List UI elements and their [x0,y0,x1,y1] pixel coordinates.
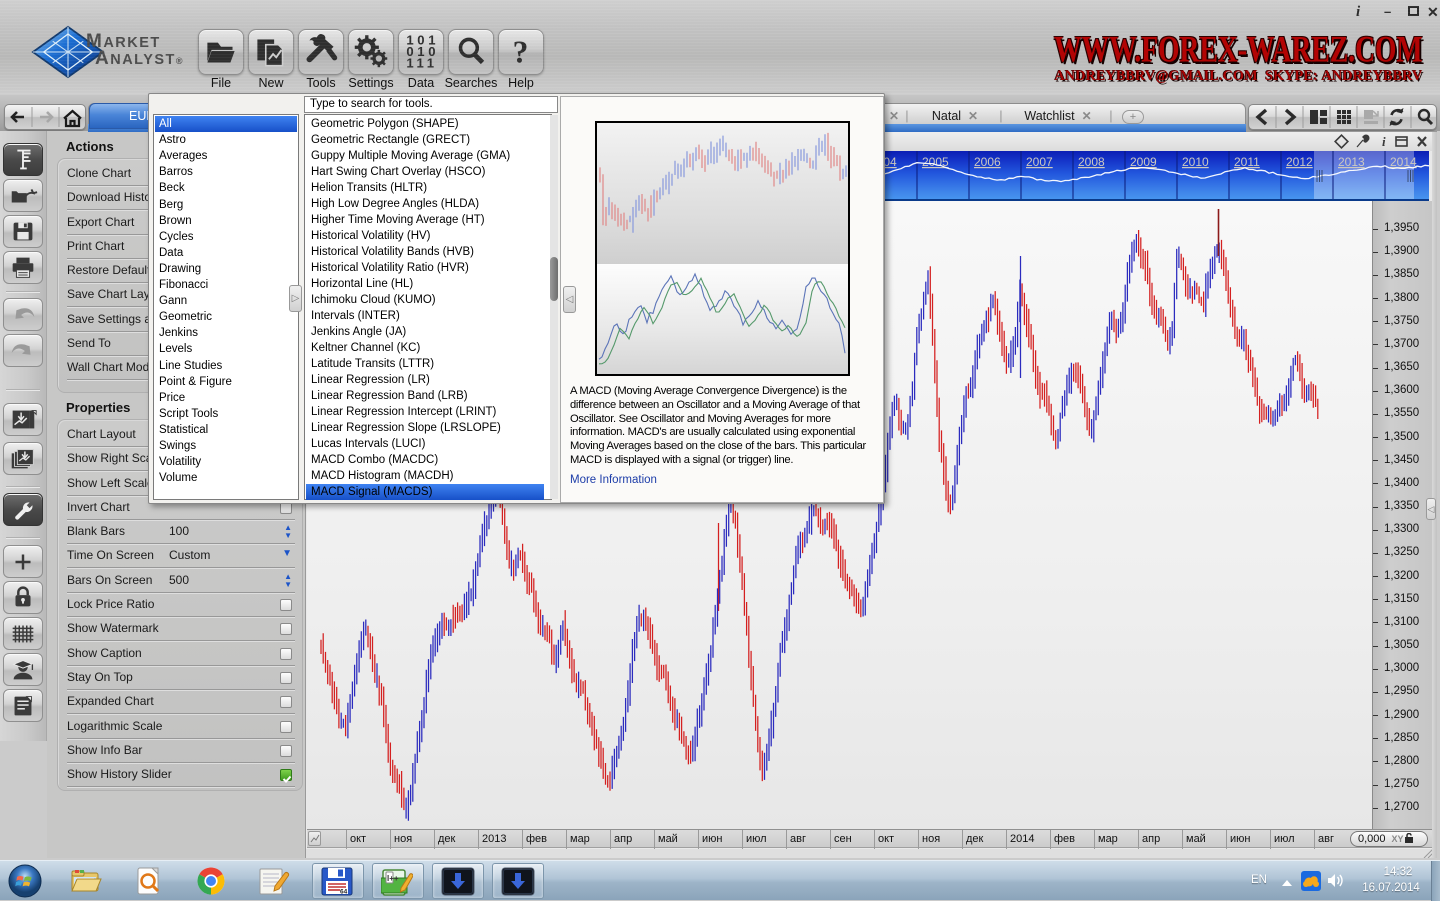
svg-text:l++: l++ [387,874,399,883]
svg-text:2008: 2008 [1078,155,1105,169]
svg-text:2011: 2011 [1234,155,1260,169]
svg-text:2009: 2009 [1130,155,1157,169]
svg-text:?: ? [513,34,529,69]
svg-text:i: i [1382,134,1386,149]
svg-text:2012: 2012 [1286,155,1313,169]
svg-text:2013: 2013 [1338,155,1365,169]
svg-text:2010: 2010 [1182,155,1209,169]
svg-text:64: 64 [340,889,348,896]
svg-text:2007: 2007 [1026,155,1053,169]
svg-text:2014: 2014 [1390,155,1417,169]
svg-text:010: 010 [406,44,439,59]
svg-text:111: 111 [406,56,437,71]
svg-text:2006: 2006 [974,155,1001,169]
svg-text:101: 101 [406,33,439,48]
